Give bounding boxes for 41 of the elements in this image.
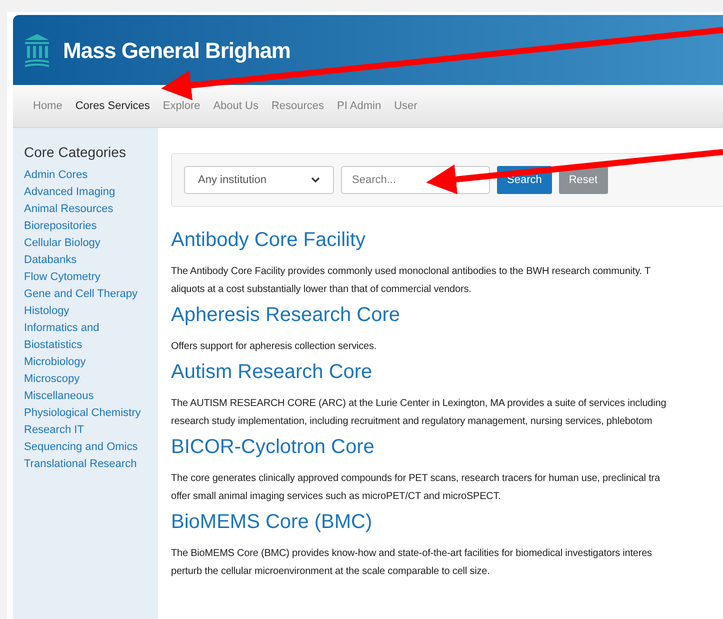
core-description: The BioMEMS Core (BMC) provides know-how and state-of-the-art facilities for biomedical investigators interes perturb the cellular microenvironment at the scale comparable to cell size. [171, 547, 653, 579]
category-link[interactable]: Databanks [24, 252, 158, 269]
core-description: Offers support for apheresis collection services. [171, 340, 378, 354]
category-link[interactable]: Sequencing and Omics [24, 439, 158, 456]
category-link[interactable]: Translational Research [24, 456, 158, 473]
category-link[interactable]: Gene and Cell Therapy [24, 286, 158, 303]
nav-link[interactable]: Explore [162, 98, 200, 114]
category-link[interactable]: Biostatistics [24, 337, 158, 354]
core-description: The AUTISM RESEARCH CORE (ARC) at the Lurie Center in Lexington, MA provides a suite of services including research study implementation, including recruitment and regulatory management, nursing services, phlebotom [171, 397, 668, 429]
brand-name: Mass General Brigham [63, 36, 290, 65]
chevron-down-icon [311, 177, 320, 183]
category-link[interactable]: Flow Cytometry [24, 269, 158, 286]
nav-link[interactable]: Home [33, 98, 62, 114]
category-link[interactable]: Advanced Imaging [24, 184, 158, 201]
institution-select[interactable]: Any institution [184, 166, 334, 194]
category-link[interactable]: Histology [24, 303, 158, 320]
core-title-link[interactable]: BioMEMS Core (BMC) [171, 509, 723, 535]
core-description: The core generates clinically approved compounds for PET scans, research tracers for human use, preclinical tra offer small animal imaging services such as microPET/CT and microSPECT. [171, 472, 661, 504]
core-title-link[interactable]: BICOR-Cyclotron Core [171, 434, 723, 460]
logo-icon [23, 32, 51, 68]
core-title-link[interactable]: Apheresis Research Core [171, 302, 723, 328]
category-link[interactable]: Physiological Chemistry [24, 405, 158, 422]
category-link[interactable]: Microbiology [24, 354, 158, 371]
nav-link[interactable]: PI Admin [337, 98, 382, 114]
category-link[interactable]: Animal Resources [24, 201, 158, 218]
category-link[interactable]: Biorepositories [24, 218, 158, 235]
nav-link[interactable]: About Us [213, 98, 258, 114]
category-link[interactable]: Microscopy [24, 371, 158, 388]
category-link[interactable]: Admin Cores [24, 167, 158, 184]
core-title-link[interactable]: Autism Research Core [171, 359, 723, 385]
nav-link[interactable]: Cores Services [75, 98, 150, 114]
category-link[interactable]: Miscellaneous [24, 388, 158, 405]
nav-link[interactable]: User [394, 98, 418, 114]
category-link[interactable]: Informatics and [24, 320, 158, 337]
nav-link[interactable]: Resources [271, 98, 324, 114]
sidebar-title: Core Categories [24, 143, 127, 162]
select-value: Any institution [198, 172, 266, 188]
core-title-link[interactable]: Antibody Core Facility [171, 227, 723, 253]
core-description: The Antibody Core Facility provides commonly used monoclonal antibodies to the BWH research community. T aliquots at a cost substantially lower than that of commercial vendors. [171, 265, 652, 297]
category-link[interactable]: Cellular Biology [24, 235, 158, 252]
category-link[interactable]: Research IT [24, 422, 158, 439]
